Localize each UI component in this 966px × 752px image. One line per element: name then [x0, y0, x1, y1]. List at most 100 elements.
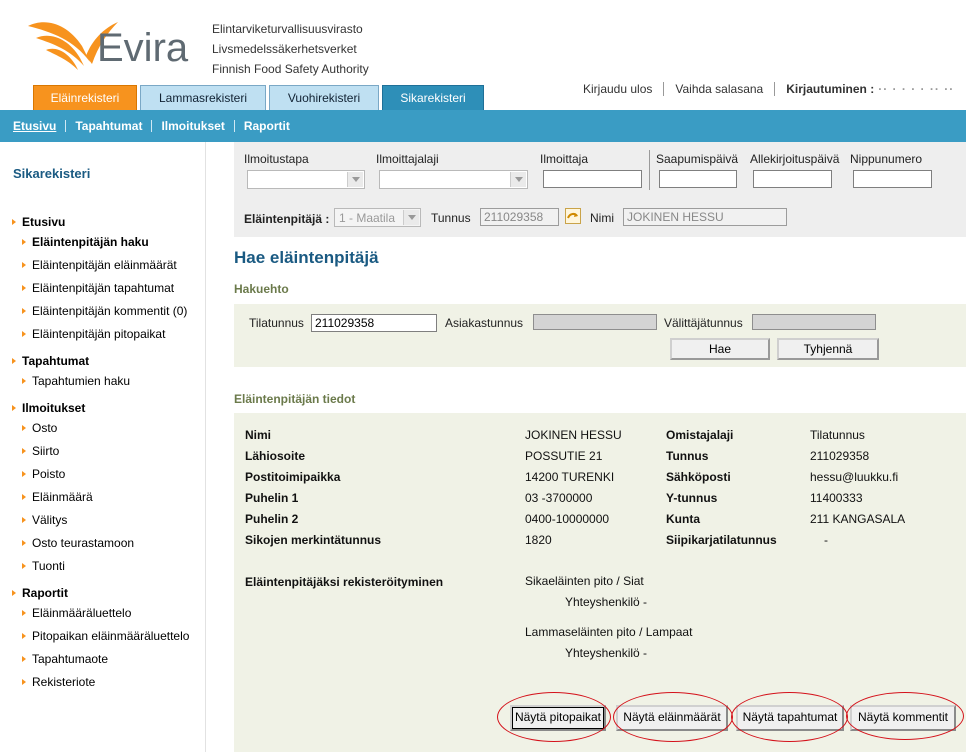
sidebar-item-label: Rekisteriote [32, 674, 96, 689]
sidebar-item-siirto[interactable]: Siirto [12, 439, 204, 462]
nippunumero-input[interactable] [853, 170, 932, 188]
info-label-tunnus: Tunnus [666, 449, 709, 463]
sidebar-item-label: Välitys [32, 512, 68, 527]
info-value-sahkoposti: hessu@luukku.fi [810, 470, 899, 484]
sidebar-group-ilmoitukset[interactable]: Ilmoitukset [12, 400, 204, 416]
info-value-postitoimipaikka: 14200 TURENKI [525, 470, 615, 484]
allekirjoituspaiva-input[interactable] [753, 170, 832, 188]
info-label-kunta: Kunta [666, 512, 700, 526]
info-section-heading: Eläintenpitäjän tiedot [234, 392, 356, 406]
elaintenpitaja-value: 1 - Maatila [339, 211, 396, 225]
show-events-button[interactable]: Näytä tapahtumat [736, 705, 844, 731]
valittajatunnus-input[interactable] [752, 314, 876, 330]
info-label-siipikarjatilatunnus: Siipikarjatilatunnus [666, 533, 777, 547]
info-label-postitoimipaikka: Postitoimipaikka [245, 470, 341, 484]
arrow-icon [12, 219, 16, 225]
logout-link[interactable]: Kirjaudu ulos [583, 82, 652, 96]
sidebar-item-tapahtumien-haku[interactable]: Tapahtumien haku [12, 369, 204, 392]
org-name-fi: Elintarviketurvallisuusvirasto [212, 22, 363, 36]
sidebar-item-label: Osto [32, 420, 58, 435]
subnav-etusivu[interactable]: Etusivu [13, 119, 56, 133]
asiakastunnus-label: Asiakastunnus [445, 316, 524, 330]
arrow-icon [22, 330, 26, 337]
saapumispaiva-label: Saapumispäivä [656, 152, 739, 166]
logo-text: Evira [97, 26, 189, 70]
tab-elainrekisteri[interactable]: Eläinrekisteri [33, 85, 137, 110]
subnav-ilmoitukset[interactable]: Ilmoitukset [161, 119, 224, 133]
sidebar-group-label: Etusivu [22, 215, 66, 229]
arrow-icon [22, 562, 26, 569]
show-comments-button[interactable]: Näytä kommentit [850, 705, 956, 731]
arrow-icon [22, 284, 26, 291]
sidebar-item-elainmaara[interactable]: Eläinmäärä [12, 485, 204, 508]
info-value-puhelin2: 0400-10000000 [525, 512, 610, 526]
info-value-puhelin1: 03 -3700000 [525, 491, 593, 505]
sidebar-group-etusivu[interactable]: Etusivu [12, 214, 204, 230]
sidebar-item-label: Eläintenpitäjän kommentit (0) [32, 303, 188, 318]
sidebar-group-label: Ilmoitukset [22, 401, 86, 415]
show-animal-counts-button[interactable]: Näytä eläinmäärät [616, 705, 728, 731]
allekirjoituspaiva-label: Allekirjoituspäivä [750, 152, 840, 166]
asiakastunnus-input[interactable] [533, 314, 657, 330]
info-value-lahiosoite: POSSUTIE 21 [525, 449, 603, 463]
sidebar-item-pitopaikat[interactable]: Eläintenpitäjän pitopaikat [12, 322, 204, 345]
tab-sikarekisteri[interactable]: Sikarekisteri [382, 85, 484, 110]
elaintenpitaja-label: Eläintenpitäjä : [244, 212, 330, 226]
info-label-puhelin1: Puhelin 1 [245, 491, 299, 505]
info-label-lahiosoite: Lähiosoite [245, 449, 306, 463]
sidebar-item-elaintenpitajan-haku[interactable]: Eläintenpitäjän haku [12, 230, 204, 253]
registration-2-title: Lammaseläinten pito / Lampaat [525, 625, 693, 639]
sidebar-item-rekisteriote[interactable]: Rekisteriote [12, 670, 204, 693]
nimi-label: Nimi [590, 211, 614, 225]
sidebar-item-label: Tapahtumien haku [32, 373, 131, 388]
sidebar-item-osto-teurastamoon[interactable]: Osto teurastamoon [12, 531, 204, 554]
user-links: Kirjaudu ulos Vaihda salasana Kirjautumi… [583, 82, 954, 96]
info-label-puhelin2: Puhelin 2 [245, 512, 299, 526]
sidebar-item-osto[interactable]: Osto [12, 416, 204, 439]
main-tabs: Eläinrekisteri Lammasrekisteri Vuohireki… [33, 85, 487, 110]
arrow-icon [22, 632, 26, 639]
elaintenpitaja-select[interactable]: 1 - Maatila [334, 208, 421, 227]
switch-arrow-icon[interactable] [565, 208, 581, 224]
sidebar-item-label: Poisto [32, 466, 66, 481]
info-value-kunta: 211 KANGASALA [810, 512, 906, 526]
login-label: Kirjautuminen : [786, 82, 875, 96]
sidebar-item-kommentit[interactable]: Eläintenpitäjän kommentit (0) [12, 299, 204, 322]
chevron-down-icon [403, 210, 419, 225]
ilmoittaja-input[interactable] [543, 170, 642, 188]
sidebar-item-tapahtumat[interactable]: Eläintenpitäjän tapahtumat [12, 276, 204, 299]
sidebar-item-label: Eläintenpitäjän pitopaikat [32, 326, 166, 341]
sidebar-group-tapahtumat[interactable]: Tapahtumat [12, 353, 204, 369]
nippunumero-label: Nippunumero [850, 152, 923, 166]
arrow-icon [12, 358, 16, 364]
tab-lammasrekisteri[interactable]: Lammasrekisteri [140, 85, 266, 110]
search-button[interactable]: Hae [670, 338, 770, 360]
sidebar-item-poisto[interactable]: Poisto [12, 462, 204, 485]
change-password-link[interactable]: Vaihda salasana [675, 82, 763, 96]
ilmoitustapa-select[interactable] [247, 170, 365, 189]
info-value-ytunnus: 11400333 [810, 491, 863, 505]
saapumispaiva-input[interactable] [659, 170, 737, 188]
info-panel: Nimi JOKINEN HESSU Omistajalaji Tilatunn… [234, 413, 966, 752]
sidebar-title: Sikarekisteri [13, 166, 91, 181]
tunnus-input[interactable]: 211029358 [480, 208, 559, 226]
arrow-icon [12, 590, 16, 596]
clear-button[interactable]: Tyhjennä [777, 338, 879, 360]
tilatunnus-input[interactable]: 211029358 [311, 314, 437, 332]
sidebar-item-tapahtumaote[interactable]: Tapahtumaote [12, 647, 204, 670]
sidebar-item-elainmaaraluettelo[interactable]: Eläinmääräluettelo [12, 601, 204, 624]
ilmoittajalaji-select[interactable] [379, 170, 528, 189]
info-value-merkintatunnus: 1820 [525, 533, 552, 547]
sidebar-item-valitys[interactable]: Välitys [12, 508, 204, 531]
sidebar-item-tuonti[interactable]: Tuonti [12, 554, 204, 577]
sidebar-item-pitopaikan-elainmaaraluettelo[interactable]: Pitopaikan eläinmääräluettelo [12, 624, 204, 647]
tab-vuohirekisteri[interactable]: Vuohirekisteri [269, 85, 379, 110]
nimi-input[interactable]: JOKINEN HESSU [623, 208, 787, 226]
show-locations-button[interactable]: Näytä pitopaikat [510, 705, 606, 731]
sidebar-item-label: Siirto [32, 443, 60, 458]
arrow-icon [22, 516, 26, 523]
subnav-tapahtumat[interactable]: Tapahtumat [75, 119, 142, 133]
sidebar-item-elainmaarat[interactable]: Eläintenpitäjän eläinmäärät [12, 253, 204, 276]
sidebar-group-raportit[interactable]: Raportit [12, 585, 204, 601]
subnav-raportit[interactable]: Raportit [244, 119, 290, 133]
